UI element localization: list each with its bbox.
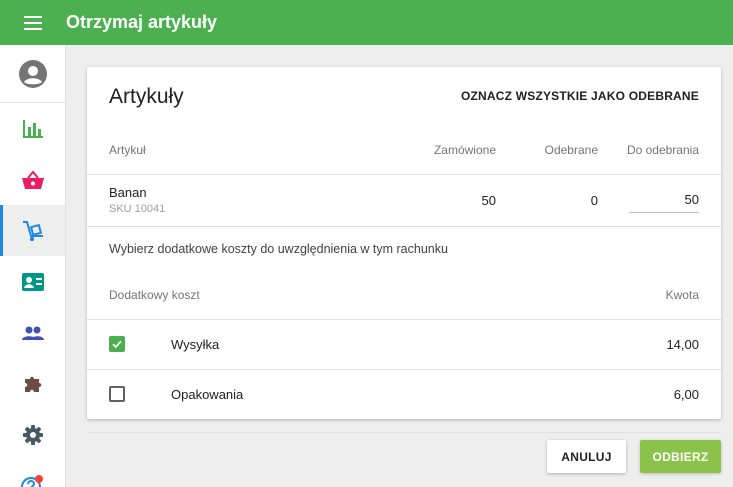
column-header-ordered: Zamówione — [433, 143, 496, 157]
checkmark-icon — [112, 340, 122, 349]
account-circle-icon — [19, 59, 47, 88]
sidebar-item-employees[interactable] — [0, 307, 65, 358]
shipping-checkbox[interactable] — [109, 336, 125, 352]
item-sku: SKU 10041 — [109, 203, 166, 215]
cost-amount: 6,00 — [673, 387, 699, 402]
sidebar-item-contacts[interactable] — [0, 256, 65, 307]
cancel-button[interactable]: ANULUJ — [547, 440, 626, 473]
packaging-checkbox[interactable] — [109, 386, 125, 402]
sidebar-item-help[interactable] — [0, 460, 65, 487]
gear-icon — [23, 424, 43, 445]
item-received-qty: 0 — [590, 193, 598, 208]
column-header-additional-cost: Dodatkowy koszt — [109, 288, 200, 302]
sidebar-item-receiving[interactable] — [0, 205, 65, 256]
hamburger-menu-icon — [24, 15, 42, 30]
costs-intro: Wybierz dodatkowe koszty do uwzględnieni… — [87, 227, 721, 271]
puzzle-icon — [25, 376, 42, 392]
cost-name: Wysyłka — [171, 337, 220, 352]
items-card: Artykuły OZNACZ WSZYSTKIE JAKO ODEBRANE … — [87, 67, 721, 419]
card-header: Artykuły OZNACZ WSZYSTKIE JAKO ODEBRANE — [87, 67, 721, 127]
column-header-item: Artykuł — [109, 143, 146, 157]
column-header-to-receive: Do odebrania — [626, 143, 699, 157]
mark-all-received-button[interactable]: OZNACZ WSZYSTKIE JAKO ODEBRANE — [461, 89, 699, 103]
actions-divider — [87, 432, 721, 433]
card-title: Artykuły — [109, 85, 184, 108]
receive-button[interactable]: ODBIERZ — [640, 440, 721, 473]
people-icon — [22, 326, 44, 340]
page-title: Otrzymaj artykuły — [66, 12, 218, 32]
table-row: Banan SKU 10041 50 0 — [87, 175, 721, 227]
sidebar-item-sales[interactable] — [0, 154, 65, 205]
contact-card-icon — [22, 272, 44, 291]
costs-intro-text: Wybierz dodatkowe koszty do uwzględnieni… — [109, 242, 448, 256]
cost-amount: 14,00 — [666, 337, 699, 352]
menu-button[interactable] — [0, 0, 66, 45]
items-table-header: Artykuł Zamówione Odebrane Do odebrania — [87, 127, 721, 175]
app-bar: Otrzymaj artykuły — [0, 0, 733, 45]
column-header-amount: Kwota — [665, 288, 699, 302]
bar-chart-icon — [23, 119, 43, 138]
costs-table-header: Dodatkowy koszt Kwota — [87, 271, 721, 320]
cost-name: Opakowania — [171, 387, 244, 402]
cost-row-packaging[interactable]: Opakowania 6,00 — [87, 370, 721, 420]
cost-row-shipping[interactable]: Wysyłka 14,00 — [87, 320, 721, 370]
column-header-received: Odebrane — [544, 143, 598, 157]
help-icon — [21, 474, 43, 487]
item-ordered-qty: 50 — [481, 193, 496, 208]
to-receive-input[interactable] — [629, 187, 699, 213]
sidebar — [0, 45, 66, 487]
sidebar-item-settings[interactable] — [0, 409, 65, 460]
sidebar-item-profile[interactable] — [0, 45, 65, 103]
hand-truck-icon — [23, 220, 43, 241]
sidebar-item-reports[interactable] — [0, 103, 65, 154]
shopping-basket-icon — [22, 170, 44, 189]
item-name: Banan — [109, 185, 147, 200]
sidebar-item-addons[interactable] — [0, 358, 65, 409]
